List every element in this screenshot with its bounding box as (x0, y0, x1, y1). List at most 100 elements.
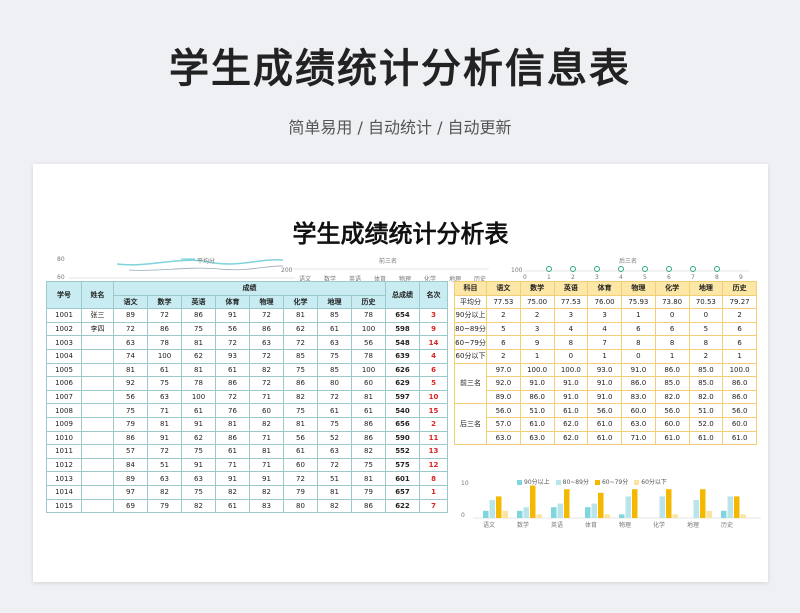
score-cell[interactable]: 91 (181, 457, 216, 473)
score-cell[interactable]: 81 (249, 444, 284, 459)
score-cell[interactable]: 79 (283, 484, 318, 500)
score-cell[interactable]: 82 (215, 484, 250, 500)
student-name-cell[interactable] (81, 348, 114, 364)
score-cell[interactable]: 100 (351, 362, 386, 378)
student-name-cell[interactable] (81, 430, 114, 446)
score-cell[interactable]: 86 (351, 498, 386, 514)
student-id-cell[interactable]: 1003 (46, 335, 82, 350)
score-cell[interactable]: 63 (249, 335, 284, 350)
score-cell[interactable]: 92 (113, 376, 148, 391)
score-cell[interactable]: 79 (351, 484, 386, 500)
student-name-cell[interactable]: 李四 (81, 321, 114, 337)
score-cell[interactable]: 78 (147, 335, 182, 350)
score-cell[interactable]: 82 (283, 389, 318, 405)
score-cell[interactable]: 86 (147, 321, 182, 337)
student-id-cell[interactable]: 1010 (46, 430, 82, 446)
score-cell[interactable]: 81 (215, 416, 250, 432)
score-cell[interactable]: 78 (181, 376, 216, 391)
score-cell[interactable]: 71 (249, 457, 284, 473)
student-id-cell[interactable]: 1004 (46, 348, 82, 364)
score-cell[interactable]: 82 (249, 484, 284, 500)
score-cell[interactable]: 71 (147, 403, 182, 418)
student-id-cell[interactable]: 1009 (46, 416, 82, 432)
score-cell[interactable]: 86 (351, 430, 386, 446)
score-cell[interactable]: 86 (215, 376, 250, 391)
student-name-cell[interactable] (81, 416, 114, 432)
score-cell[interactable]: 85 (317, 308, 352, 323)
score-cell[interactable]: 72 (147, 444, 182, 459)
score-cell[interactable]: 75 (283, 362, 318, 378)
student-name-cell[interactable] (81, 376, 114, 391)
score-cell[interactable]: 89 (113, 471, 148, 486)
score-cell[interactable]: 83 (249, 498, 284, 514)
score-cell[interactable]: 75 (283, 403, 318, 418)
score-cell[interactable]: 76 (215, 403, 250, 418)
score-cell[interactable]: 82 (351, 444, 386, 459)
score-cell[interactable]: 78 (351, 348, 386, 364)
student-name-cell[interactable] (81, 335, 114, 350)
score-cell[interactable]: 86 (283, 376, 318, 391)
score-cell[interactable]: 75 (147, 376, 182, 391)
student-id-cell[interactable]: 1002 (46, 321, 82, 337)
score-cell[interactable]: 69 (113, 498, 148, 514)
score-cell[interactable]: 82 (147, 484, 182, 500)
score-cell[interactable]: 62 (181, 348, 216, 364)
score-cell[interactable]: 79 (147, 498, 182, 514)
score-cell[interactable]: 61 (181, 403, 216, 418)
score-cell[interactable]: 51 (147, 457, 182, 473)
student-id-cell[interactable]: 1006 (46, 376, 82, 391)
score-cell[interactable]: 63 (317, 335, 352, 350)
score-cell[interactable]: 86 (215, 430, 250, 446)
score-cell[interactable]: 72 (249, 308, 284, 323)
student-name-cell[interactable] (81, 471, 114, 486)
score-cell[interactable]: 72 (317, 389, 352, 405)
score-cell[interactable]: 56 (113, 389, 148, 405)
score-cell[interactable]: 75 (181, 321, 216, 337)
score-cell[interactable]: 63 (317, 444, 352, 459)
score-cell[interactable]: 81 (351, 389, 386, 405)
score-cell[interactable]: 74 (113, 348, 148, 364)
score-cell[interactable]: 72 (215, 389, 250, 405)
student-id-cell[interactable]: 1014 (46, 484, 82, 500)
score-cell[interactable]: 89 (113, 308, 148, 323)
student-name-cell[interactable] (81, 403, 114, 418)
score-cell[interactable]: 91 (147, 430, 182, 446)
score-cell[interactable]: 100 (351, 321, 386, 337)
score-cell[interactable]: 82 (181, 498, 216, 514)
score-cell[interactable]: 75 (351, 457, 386, 473)
student-name-cell[interactable] (81, 484, 114, 500)
student-id-cell[interactable]: 1011 (46, 444, 82, 459)
student-name-cell[interactable] (81, 444, 114, 459)
score-cell[interactable]: 86 (181, 308, 216, 323)
score-cell[interactable]: 75 (181, 484, 216, 500)
score-cell[interactable]: 81 (147, 416, 182, 432)
score-cell[interactable]: 72 (147, 308, 182, 323)
score-cell[interactable]: 81 (283, 308, 318, 323)
score-cell[interactable]: 75 (181, 444, 216, 459)
score-cell[interactable]: 63 (181, 471, 216, 486)
score-cell[interactable]: 72 (215, 335, 250, 350)
score-cell[interactable]: 86 (351, 416, 386, 432)
score-cell[interactable]: 82 (249, 362, 284, 378)
score-cell[interactable]: 81 (181, 362, 216, 378)
score-cell[interactable]: 86 (113, 430, 148, 446)
student-name-cell[interactable] (81, 362, 114, 378)
score-cell[interactable]: 86 (249, 321, 284, 337)
score-cell[interactable]: 100 (147, 348, 182, 364)
score-cell[interactable]: 91 (215, 471, 250, 486)
score-cell[interactable]: 63 (147, 389, 182, 405)
score-cell[interactable]: 52 (317, 430, 352, 446)
score-cell[interactable]: 61 (147, 362, 182, 378)
score-cell[interactable]: 91 (249, 471, 284, 486)
score-cell[interactable]: 72 (249, 376, 284, 391)
score-cell[interactable]: 82 (317, 498, 352, 514)
score-cell[interactable]: 60 (283, 457, 318, 473)
student-id-cell[interactable]: 1007 (46, 389, 82, 405)
score-cell[interactable]: 85 (317, 362, 352, 378)
score-cell[interactable]: 81 (181, 335, 216, 350)
score-cell[interactable]: 80 (317, 376, 352, 391)
score-cell[interactable]: 72 (317, 457, 352, 473)
student-id-cell[interactable]: 1005 (46, 362, 82, 378)
score-cell[interactable]: 72 (283, 471, 318, 486)
score-cell[interactable]: 81 (283, 416, 318, 432)
